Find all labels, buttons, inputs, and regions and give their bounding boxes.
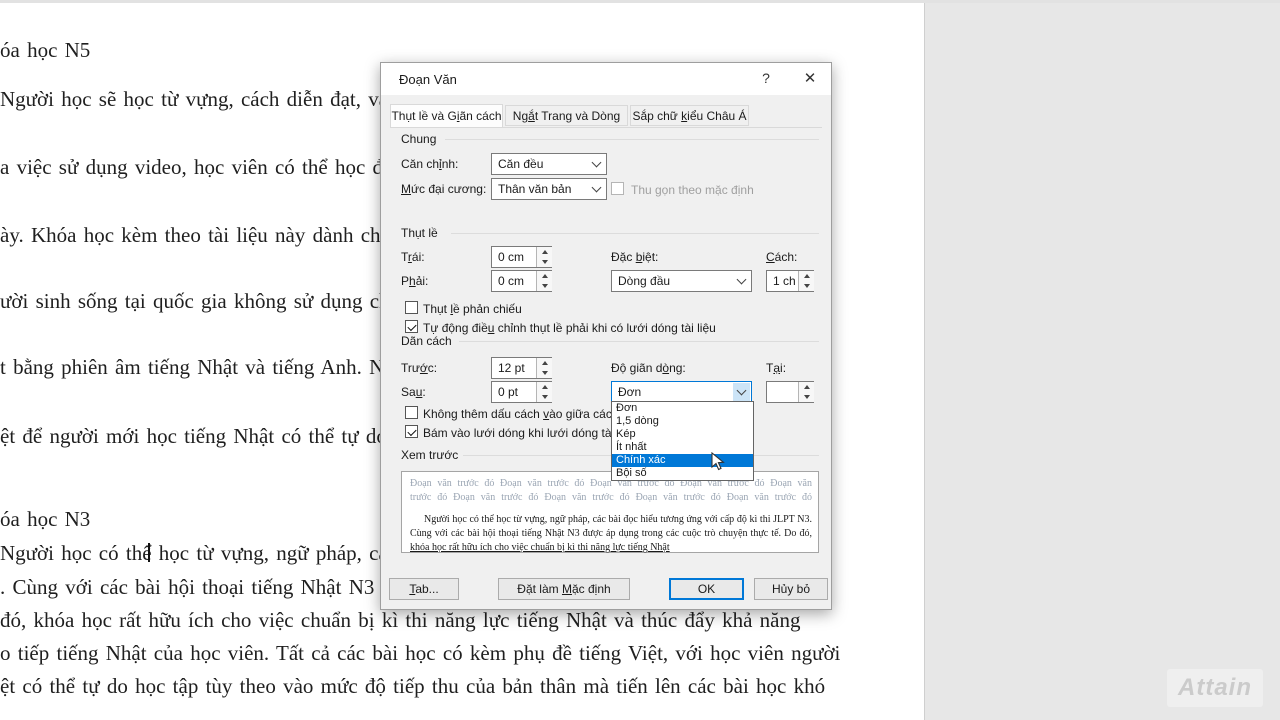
document-line[interactable]: ệt để người mới học tiếng Nhật có thể tự… xyxy=(0,424,415,449)
spin-down-icon[interactable] xyxy=(536,392,552,402)
group-line xyxy=(445,139,819,140)
collapsed-by-default-checkbox xyxy=(611,182,624,195)
attain-watermark: Attain xyxy=(1167,669,1263,707)
document-line[interactable]: t bằng phiên âm tiếng Nhật và tiếng Anh.… xyxy=(0,355,405,380)
document-line[interactable]: Người học sẽ học từ vựng, cách diễn đạt,… xyxy=(0,87,406,112)
tab-indents-spacing[interactable]: Thụt lề và Giãn cách xyxy=(390,104,503,127)
indent-left-label: Trái: xyxy=(401,250,425,264)
set-as-default-button[interactable]: Đặt làm Mặc định xyxy=(498,578,630,600)
help-icon[interactable]: ? xyxy=(756,70,776,88)
option-1-5-dong[interactable]: 1,5 dòng xyxy=(612,415,753,428)
cancel-button[interactable]: Hủy bỏ xyxy=(754,578,828,600)
snap-to-grid-label: Bám vào lưới dóng khi lưới dóng tài l xyxy=(423,426,620,440)
indent-left-value: 0 cm xyxy=(498,250,524,264)
option-boi-so[interactable]: Bội số xyxy=(612,467,753,480)
document-line[interactable]: ười sinh sống tại quốc gia không sử dụng… xyxy=(0,289,423,314)
close-icon[interactable]: ✕ xyxy=(799,69,821,89)
line-spacing-listbox: Đơn 1,5 dòng Kép Ít nhất Chính xác Bội s… xyxy=(611,401,754,481)
option-don[interactable]: Đơn xyxy=(612,402,753,415)
no-space-same-style-label: Không thêm dấu cách vào giữa các đ xyxy=(423,407,622,421)
ok-button[interactable]: OK xyxy=(669,578,744,600)
preview-line: Cùng với các bài hội thoại tiếng Nhật N3… xyxy=(410,528,812,539)
paragraph-dialog: Đoạn Văn ? ✕ Thụt lề và Giãn cách Ngắt T… xyxy=(380,62,832,610)
tab-asian-typography[interactable]: Sắp chữ kiểu Châu Á xyxy=(630,105,749,126)
indent-right-spinner[interactable]: 0 cm xyxy=(491,270,552,292)
document-line[interactable]: ệt có thể tự do học tập tùy theo vào mức… xyxy=(0,674,825,699)
by-value: 1 ch xyxy=(773,274,796,288)
indent-right-value: 0 cm xyxy=(498,274,524,288)
by-label: Cách: xyxy=(766,250,797,264)
alignment-label: Căn chỉnh: xyxy=(401,157,458,171)
mirror-indents-label: Thụt lề phản chiếu xyxy=(423,302,522,316)
outline-level-value: Thân văn bản xyxy=(498,182,571,196)
spin-down-icon[interactable] xyxy=(798,392,814,402)
outline-level-label: Mức đại cương: xyxy=(401,182,486,196)
alignment-dropdown[interactable]: Căn đều xyxy=(491,153,607,175)
group-spacing-label: Dãn cách xyxy=(401,334,452,348)
line-spacing-label: Độ giãn dòng: xyxy=(611,361,686,375)
tabs-button[interactable]: Tab... xyxy=(389,578,459,600)
option-kep[interactable]: Kép xyxy=(612,428,753,441)
preview-line: Người học có thể học từ vựng, ngữ pháp, … xyxy=(410,514,812,525)
document-line[interactable]: . Cùng với các bài hội thoại tiếng Nhật … xyxy=(0,575,392,600)
document-line[interactable]: óa học N5 xyxy=(0,38,90,63)
screen: óa học N5 Người học sẽ học từ vựng, cách… xyxy=(0,0,1280,720)
line-spacing-value: Đơn xyxy=(618,385,641,399)
line-spacing-dropdown[interactable]: Đơn xyxy=(611,381,752,403)
at-label: Tại: xyxy=(766,361,786,375)
chevron-down-icon[interactable] xyxy=(588,180,605,198)
collapsed-by-default-label: Thu gọn theo mặc định xyxy=(631,183,754,197)
tab-line-page-breaks[interactable]: Ngắt Trang và Dòng xyxy=(505,105,628,126)
no-space-same-style-checkbox[interactable] xyxy=(405,406,418,419)
chevron-down-icon[interactable] xyxy=(733,383,750,401)
spin-down-icon[interactable] xyxy=(536,257,552,267)
right-grey-panel xyxy=(924,3,1280,720)
spin-down-icon[interactable] xyxy=(798,281,814,291)
spin-down-icon[interactable] xyxy=(536,281,552,291)
document-line[interactable]: đó, khóa học rất hữu ích cho việc chuẩn … xyxy=(0,608,800,633)
spacing-before-value: 12 pt xyxy=(498,361,525,375)
alignment-value: Căn đều xyxy=(498,157,543,171)
mirror-indents-checkbox[interactable] xyxy=(405,301,418,314)
option-chinh-xac[interactable]: Chính xác xyxy=(612,454,753,467)
spacing-after-spinner[interactable]: 0 pt xyxy=(491,381,552,403)
chevron-down-icon[interactable] xyxy=(733,272,750,290)
spin-down-icon[interactable] xyxy=(536,368,552,378)
dialog-title-bar: Đoạn Văn ? ✕ xyxy=(381,63,831,95)
chevron-down-icon[interactable] xyxy=(588,155,605,173)
preview-box: Đoạn văn trước đó Đoạn văn trước đó Đoạn… xyxy=(401,471,819,553)
auto-adjust-checkbox[interactable] xyxy=(405,320,418,333)
document-line[interactable]: Người học có thể học từ vựng, ngữ pháp, … xyxy=(0,541,397,566)
preview-line: khóa học rất hữu ích cho việc chuẩn bị k… xyxy=(410,542,812,553)
indent-left-spinner[interactable]: 0 cm xyxy=(491,246,552,268)
auto-adjust-label: Tự động điều chỉnh thụt lề phải khi có l… xyxy=(423,321,716,335)
group-preview-label: Xem trước xyxy=(401,448,458,462)
group-line xyxy=(459,341,819,342)
special-dropdown[interactable]: Dòng đầu xyxy=(611,270,752,292)
text-caret xyxy=(148,543,150,562)
spacing-after-label: Sau: xyxy=(401,385,426,399)
special-label: Đặc biệt: xyxy=(611,250,658,264)
outline-level-dropdown[interactable]: Thân văn bản xyxy=(491,178,607,200)
document-line[interactable]: óa học N3 xyxy=(0,507,90,532)
spacing-after-value: 0 pt xyxy=(498,385,518,399)
option-it-nhat[interactable]: Ít nhất xyxy=(612,441,753,454)
group-indentation-label: Thụt lề xyxy=(401,226,438,240)
preview-line: trước đó Đoạn văn trước đó Đoạn văn trướ… xyxy=(410,492,812,503)
spacing-before-spinner[interactable]: 12 pt xyxy=(491,357,552,379)
document-line[interactable]: o tiếp tiếng Nhật của học viên. Tất cả c… xyxy=(0,641,840,666)
group-general-label: Chung xyxy=(401,132,436,146)
mouse-cursor xyxy=(710,452,728,472)
snap-to-grid-checkbox[interactable] xyxy=(405,425,418,438)
document-line[interactable]: a việc sử dụng video, học viên có thể họ… xyxy=(0,155,415,180)
special-value: Dòng đầu xyxy=(618,274,670,288)
document-line[interactable]: ày. Khóa học kèm theo tài liệu này dành … xyxy=(0,223,391,248)
spacing-before-label: Trước: xyxy=(401,361,437,375)
indent-right-label: Phải: xyxy=(401,274,428,288)
group-line xyxy=(451,233,819,234)
by-spinner[interactable]: 1 ch xyxy=(766,270,814,292)
dialog-title: Đoạn Văn xyxy=(399,72,457,87)
tab-strip: Thụt lề và Giãn cách Ngắt Trang và Dòng … xyxy=(390,104,822,128)
at-spinner[interactable] xyxy=(766,381,814,403)
